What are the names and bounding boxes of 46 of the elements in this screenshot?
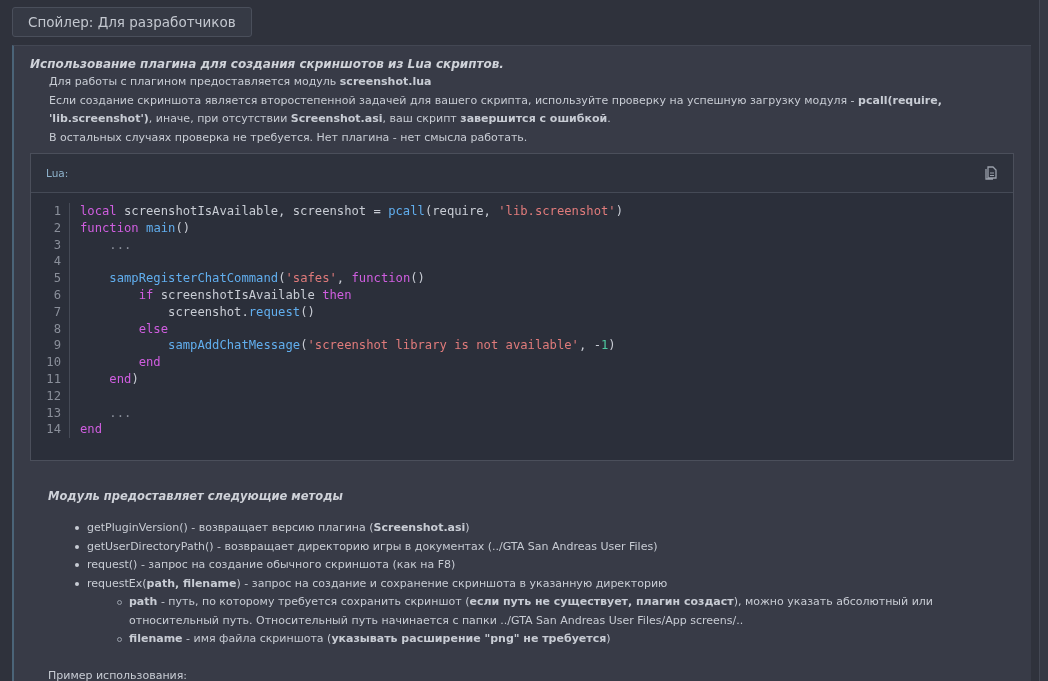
bullet-icon [75,544,79,549]
line-number: 13 [45,404,61,422]
line-number: 4 [52,253,61,271]
code-line: end [137,354,162,371]
code-line: function main() [80,219,192,237]
method-description: getUserDirectoryPath() - возвращает директорию игры в документах (../GTA San Andreas User Files) [87,538,658,555]
paragraph: Если создание скриншота является второстепенной задачей для вашего скрипта, используйте проверку на успешную загрузку модуля - pcall(require, 'lib.screenshot'), иначе, при отсутствии Screenshot.asi, ваш скрипт завершится с ошибкой. [49,92,943,127]
bullet-icon [75,526,79,531]
line-number: 2 [52,219,61,237]
line-number: 3 [52,236,61,254]
code-line: else [137,320,170,338]
line-number: 5 [52,270,61,287]
scrollbar-track[interactable] [1039,0,1048,681]
code-line: if screenshotIsAvailable then [137,287,353,304]
line-number: 8 [52,320,61,338]
code-line: end) [108,370,140,388]
example-label: Пример использования: [48,668,189,681]
parameter-description: filename - имя файла скриншота (указывать расширение "png" не требуется) [129,631,611,648]
line-number: 12 [45,387,61,405]
line-number: 6 [52,287,61,304]
code-line: ... [108,404,133,422]
spoiler-button[interactable]: Спойлер: Для разработчиков [12,7,252,37]
line-number: 9 [52,337,61,355]
bullet-icon [75,563,79,568]
line-number: 7 [52,303,61,321]
paragraph: В остальных случаях проверка не требуется. Нет плагина - нет смысла работать. [49,129,529,146]
line-number: 10 [45,354,61,371]
code-line: ... [108,236,133,254]
code-line: sampRegisterChatCommand('safes', function() [108,270,426,287]
code-line: screenshot.request() [167,303,316,321]
section-heading: Использование плагина для создания скриншотов из Lua скриптов. [30,57,505,71]
method-description: request() - запрос на создание обычного скриншота (как на F8) [87,557,456,574]
bullet-icon [75,581,79,586]
parameter-description: path - путь, по которому требуется сохранить скриншот (если путь не существует, плагин создаст), можно указать абсолютный или относительный путь. Относительный путь начинается с папки ../GTA San Andreas User Files/App screens/.. [129,594,934,629]
line-number: 1 [52,203,61,220]
code-line: local screenshotIsAvailable, screenshot = pcall(require, 'lib.screenshot') [80,203,623,220]
methods-heading: Модуль предоставляет следующие методы [48,489,344,504]
code-line: end [80,421,103,439]
line-number: 11 [45,370,61,388]
code-line: sampAddChatMessage('screenshot library is not available', -1) [167,337,617,355]
code-language: Lua: [46,167,69,179]
line-number: 14 [45,421,61,439]
paragraph: Для работы с плагином предоставляется модуль screenshot.lua [49,74,433,90]
method-description: requestEx(path, filename) - запрос на создание и сохранение скриншота в указанную директорию [87,575,668,592]
method-description: getPluginVersion() - возвращает версию плагина (Screenshot.asi) [87,520,470,537]
copy-icon[interactable] [985,166,997,180]
